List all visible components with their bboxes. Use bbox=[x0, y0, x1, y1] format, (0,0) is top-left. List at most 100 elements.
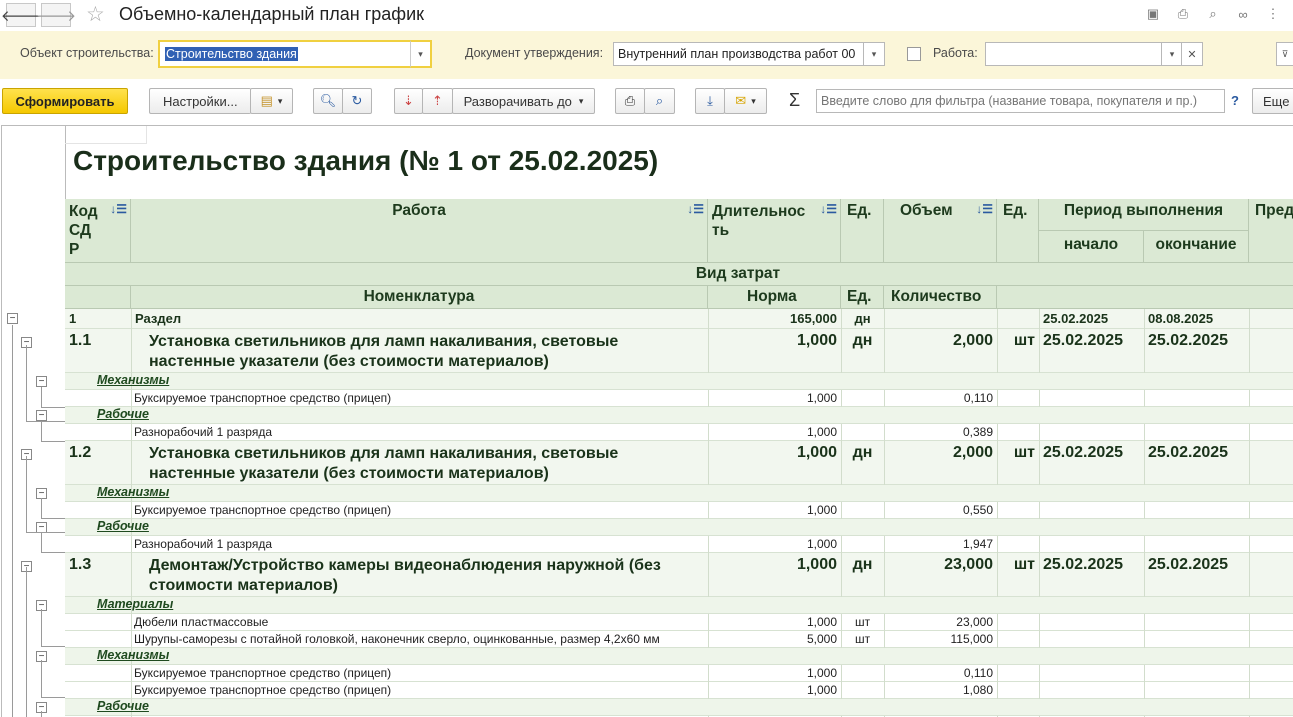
search-input[interactable] bbox=[816, 89, 1225, 113]
help-button[interactable]: ? bbox=[1231, 93, 1239, 108]
generate-button[interactable]: Сформировать bbox=[2, 88, 128, 114]
save-icon[interactable]: ▣ bbox=[1143, 4, 1163, 24]
print-button[interactable]: ⎙ bbox=[615, 88, 645, 114]
empty-cell bbox=[65, 126, 147, 144]
grid-line bbox=[708, 631, 709, 648]
work-clear-button[interactable]: ✕ bbox=[1181, 42, 1203, 66]
doc-field[interactable]: Внутренний план производства работ 00 bbox=[613, 42, 865, 66]
work-field[interactable] bbox=[985, 42, 1163, 66]
grid-line bbox=[131, 441, 132, 485]
more-button[interactable]: Еще bbox=[1252, 88, 1293, 114]
item-row[interactable]: Буксируемое транспортное средство (прице… bbox=[65, 665, 1293, 682]
sort-icon: ↓☰ bbox=[687, 202, 704, 216]
header-work[interactable]: Работа ↓☰ bbox=[131, 199, 708, 263]
grid-line bbox=[1144, 329, 1145, 373]
find-button[interactable]: 🔍︎ bbox=[313, 88, 343, 114]
header-start[interactable]: начало bbox=[1039, 231, 1144, 263]
link-icon[interactable]: ∞ bbox=[1233, 4, 1253, 24]
object-field-value: Строительство здания bbox=[165, 47, 298, 61]
item-row[interactable]: Буксируемое транспортное средство (прице… bbox=[65, 390, 1293, 407]
grid-line bbox=[1249, 682, 1250, 699]
item-row[interactable]: Разнорабочий 1 разряда 1,000 1,947 bbox=[65, 536, 1293, 553]
header-duration[interactable]: Длительнос ть ↓☰ bbox=[708, 199, 841, 263]
expand-to-button[interactable]: Разворачивать до ▾ bbox=[452, 88, 595, 114]
object-dropdown-button[interactable]: ▾ bbox=[410, 40, 432, 68]
header-volume-unit[interactable]: Ед. bbox=[997, 199, 1039, 263]
settings-button[interactable]: Настройки... bbox=[149, 88, 251, 114]
print-preview-button[interactable]: ⌕ bbox=[644, 88, 675, 114]
favorite-star-icon[interactable]: ☆ bbox=[86, 2, 105, 27]
row-nomenclature: Буксируемое транспортное средство (прице… bbox=[134, 391, 392, 405]
sort-ascending-icon: ⇡ bbox=[432, 93, 443, 108]
doc-dropdown-button[interactable]: ▾ bbox=[863, 42, 885, 66]
back-button[interactable]: 🡐 bbox=[1, 3, 41, 27]
header-pred[interactable]: Пред bbox=[1249, 199, 1293, 263]
forward-button[interactable]: 🡒 bbox=[36, 3, 76, 27]
group-label: Механизмы bbox=[97, 485, 170, 499]
sort-asc-button[interactable]: ⇡ bbox=[422, 88, 453, 114]
grid-line bbox=[708, 682, 709, 699]
grid-line bbox=[884, 631, 885, 648]
work-row[interactable]: 1.1 Установка светильников для ламп накал… bbox=[65, 329, 1293, 373]
group-row[interactable]: Рабочие bbox=[65, 699, 1293, 716]
row-norm: 1,000 bbox=[806, 503, 837, 517]
grid-line bbox=[997, 329, 998, 373]
grid-line bbox=[1144, 502, 1145, 519]
save-file-button[interactable]: ⤓ bbox=[695, 88, 725, 114]
work-row[interactable]: 1.3 Демонтаж/Устройство камеры видеонаблю… bbox=[65, 553, 1293, 597]
sort-desc-button[interactable]: ⇣ bbox=[394, 88, 423, 114]
grid-line bbox=[1249, 309, 1250, 329]
filter-icon: ⊽ bbox=[1281, 48, 1289, 59]
grid-line bbox=[884, 614, 885, 631]
grid-line bbox=[997, 309, 998, 329]
work-checkbox[interactable] bbox=[907, 47, 921, 61]
item-row[interactable]: Шурупы-саморезы с потайной головкой, нак… bbox=[65, 631, 1293, 648]
sum-icon[interactable]: Σ bbox=[789, 90, 800, 111]
grid-line bbox=[1249, 441, 1250, 485]
more-vertical-icon[interactable]: ⋮ bbox=[1263, 4, 1283, 24]
group-row[interactable]: Механизмы bbox=[65, 648, 1293, 665]
row-name: Установка светильников для ламп накалива… bbox=[149, 333, 619, 370]
header-quantity: Количество bbox=[884, 286, 997, 309]
header-blank bbox=[65, 286, 131, 309]
report-spreadsheet[interactable]: −−−−−−−−−−− Строительство здания (№ 1 от… bbox=[1, 125, 1293, 717]
row-volume: 2,000 bbox=[952, 444, 993, 461]
row-name: Демонтаж/Устройство камеры видеонаблюден… bbox=[149, 557, 661, 594]
header-unit[interactable]: Ед. bbox=[841, 199, 884, 263]
row-quantity: 1,947 bbox=[962, 537, 993, 551]
find-next-button[interactable]: ↻ bbox=[342, 88, 372, 114]
send-email-button[interactable]: ✉ ▾ bbox=[724, 88, 767, 114]
group-row[interactable]: Механизмы bbox=[65, 373, 1293, 390]
header-end[interactable]: окончание bbox=[1144, 231, 1249, 263]
item-row[interactable]: Разнорабочий 1 разряда 1,000 0,389 bbox=[65, 424, 1293, 441]
preview-icon[interactable]: ⌕ bbox=[1203, 4, 1223, 24]
group-row[interactable]: Рабочие bbox=[65, 519, 1293, 536]
header-rest bbox=[997, 286, 1293, 309]
group-row[interactable]: Механизмы bbox=[65, 485, 1293, 502]
header-code[interactable]: Код СД Р ↓☰ bbox=[65, 199, 131, 263]
variants-button[interactable]: ▤ ▾ bbox=[250, 88, 293, 114]
item-row[interactable]: Буксируемое транспортное средство (прице… bbox=[65, 502, 1293, 519]
grid-line bbox=[1039, 441, 1040, 485]
work-dropdown-button[interactable]: ▾ bbox=[1161, 42, 1183, 66]
header-period[interactable]: Период выполнения bbox=[1039, 199, 1249, 231]
item-row[interactable]: Буксируемое транспортное средство (прице… bbox=[65, 682, 1293, 699]
item-row[interactable]: Дюбели пластмассовые 1,000 шт 23,000 bbox=[65, 614, 1293, 631]
grid-line bbox=[841, 424, 842, 441]
filter-button[interactable]: ⊽ bbox=[1276, 42, 1293, 66]
object-field[interactable]: Строительство здания bbox=[158, 40, 412, 68]
print-icon[interactable]: ⎙ bbox=[1173, 4, 1193, 24]
row-quantity: 1,080 bbox=[962, 683, 993, 697]
work-row[interactable]: 1.2 Установка светильников для ламп накал… bbox=[65, 441, 1293, 485]
row-nomenclature: Буксируемое транспортное средство (прице… bbox=[134, 666, 392, 680]
header-volume[interactable]: Объем ↓☰ bbox=[884, 199, 997, 263]
row-nomenclature: Разнорабочий 1 разряда bbox=[134, 425, 273, 439]
section-row[interactable]: 1 Раздел 165,000 дн 25.02.2025 08.08.2025 bbox=[65, 309, 1293, 329]
row-quantity: 0,110 bbox=[963, 666, 993, 680]
grid-line bbox=[997, 536, 998, 553]
group-row[interactable]: Материалы bbox=[65, 597, 1293, 614]
group-row[interactable]: Рабочие bbox=[65, 407, 1293, 424]
row-norm-unit: шт bbox=[854, 615, 871, 629]
grid-line bbox=[1039, 309, 1040, 329]
grid-line bbox=[1144, 553, 1145, 597]
